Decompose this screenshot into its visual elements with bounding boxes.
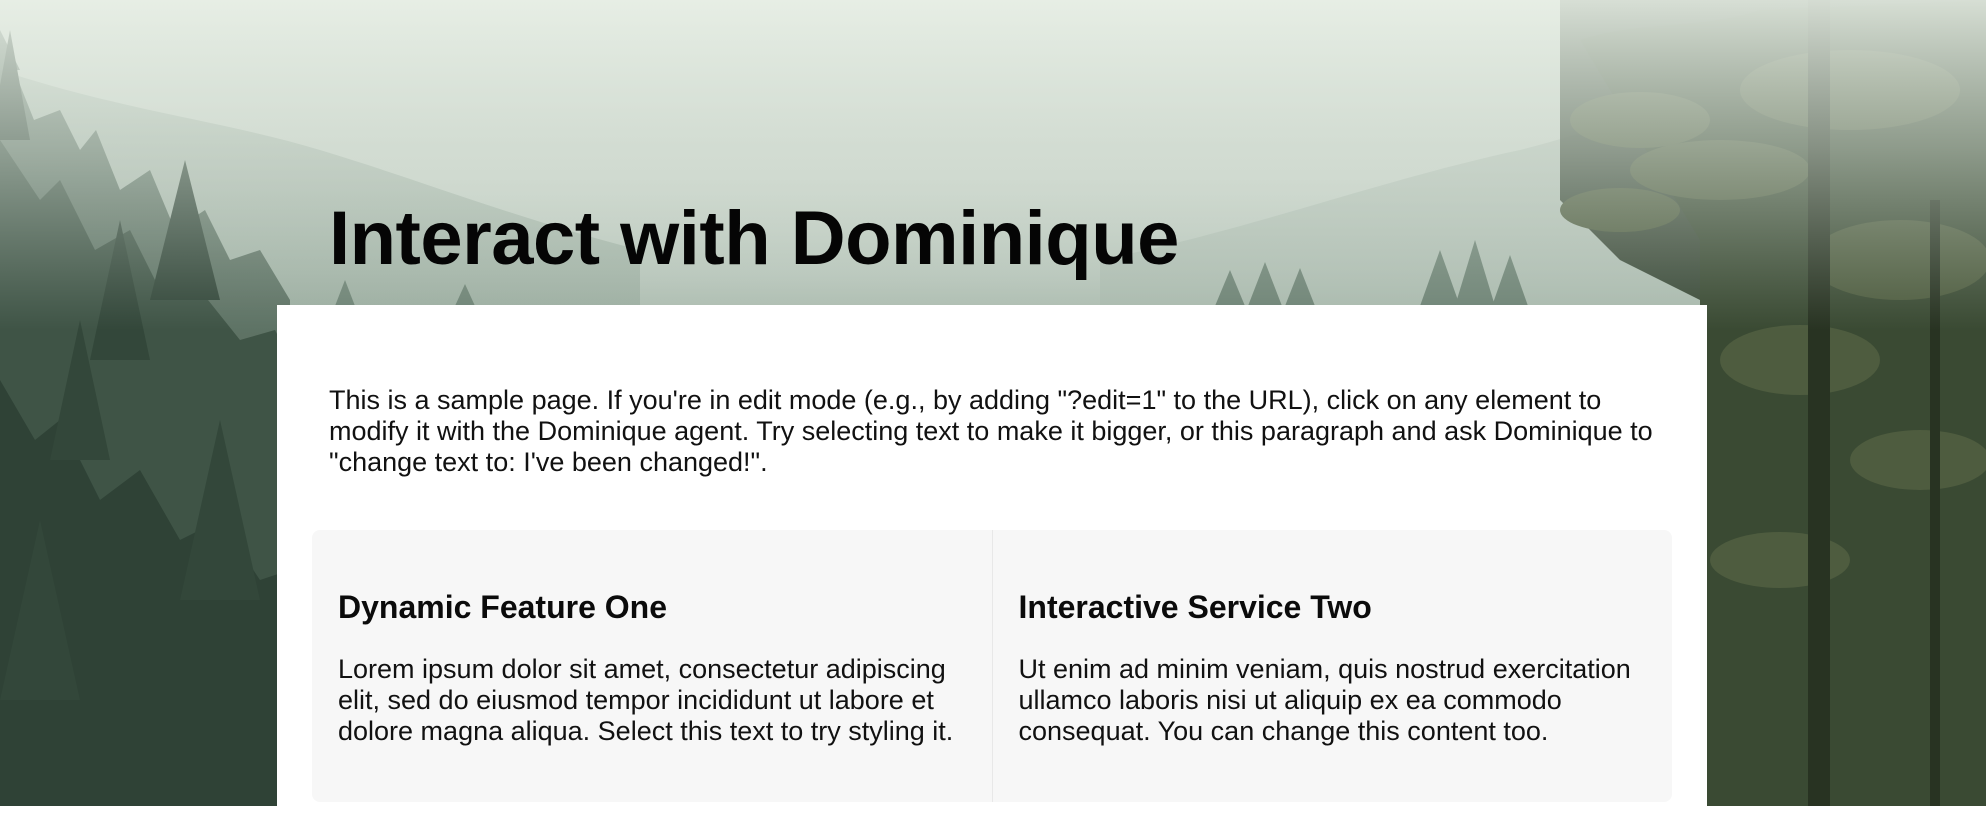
feature-title[interactable]: Dynamic Feature One: [338, 588, 966, 626]
intro-paragraph[interactable]: This is a sample page. If you're in edit…: [329, 385, 1659, 478]
feature-card-one[interactable]: Dynamic Feature One Lorem ipsum dolor si…: [312, 530, 992, 802]
feature-description[interactable]: Ut enim ad minim veniam, quis nostrud ex…: [1019, 654, 1647, 747]
features-panel: Dynamic Feature One Lorem ipsum dolor si…: [312, 530, 1672, 802]
feature-description[interactable]: Lorem ipsum dolor sit amet, consectetur …: [338, 654, 966, 747]
feature-card-two[interactable]: Interactive Service Two Ut enim ad minim…: [991, 530, 1673, 802]
feature-title[interactable]: Interactive Service Two: [1019, 588, 1647, 626]
page-title[interactable]: Interact with Dominique: [329, 196, 1179, 282]
content-card: This is a sample page. If you're in edit…: [277, 305, 1707, 825]
